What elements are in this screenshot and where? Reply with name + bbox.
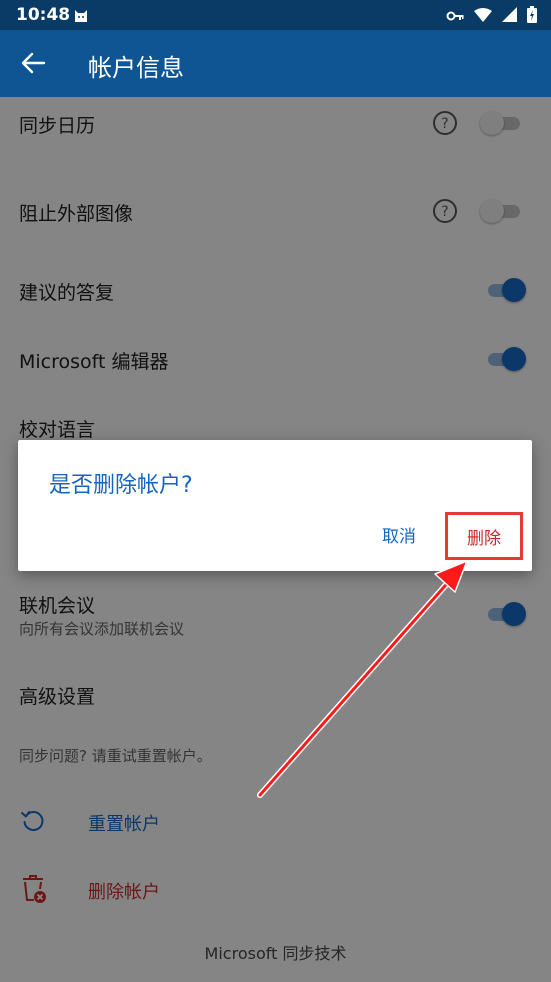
battery-icon [527, 6, 537, 27]
cat-notification-icon [73, 7, 89, 27]
status-bar: 10:48 [0, 0, 551, 30]
dialog-title: 是否删除帐户? [49, 473, 193, 498]
confirm-delete-button[interactable]: 删除 [445, 512, 523, 560]
key-icon [446, 7, 464, 26]
signal-icon [502, 7, 517, 26]
confirm-delete-label: 删除 [467, 528, 501, 549]
cancel-button[interactable]: 取消 [382, 522, 416, 547]
app-bar: 帐户信息 [0, 30, 551, 97]
status-icons [446, 6, 537, 27]
wifi-icon [474, 7, 492, 26]
back-arrow-icon[interactable] [20, 50, 46, 80]
page-title: 帐户信息 [88, 54, 184, 82]
status-time: 10:48 [16, 5, 71, 25]
delete-account-dialog: 是否删除帐户? 取消 删除 [18, 440, 532, 571]
